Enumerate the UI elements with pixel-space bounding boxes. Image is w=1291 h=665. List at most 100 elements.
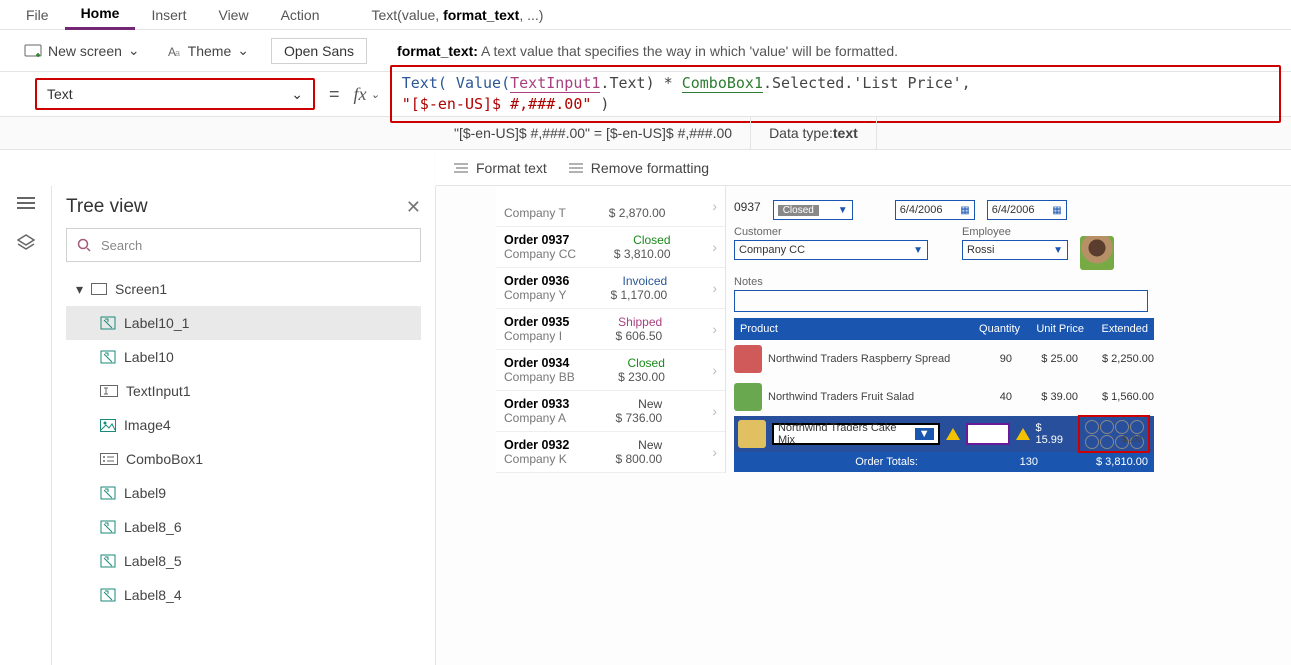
- tree-node[interactable]: Label10_1: [66, 306, 421, 340]
- theme-icon: Aa: [168, 44, 182, 58]
- product-header: ProductQuantityUnit PriceExtended: [734, 318, 1154, 340]
- tree-node-label: Label8_5: [124, 553, 182, 569]
- tree-search-input[interactable]: Search: [66, 228, 421, 262]
- search-icon: [77, 238, 91, 252]
- label-icon: [100, 520, 116, 534]
- order-number: 0937: [734, 200, 761, 214]
- format-icon: [454, 162, 468, 174]
- image-icon: [100, 419, 116, 432]
- employee-avatar: [1080, 236, 1114, 270]
- line-item: Northwind Traders Raspberry Spread 90$ 2…: [734, 340, 1154, 378]
- remove-formatting-button[interactable]: Remove formatting: [569, 160, 709, 176]
- chevron-down-icon: ⌄: [128, 42, 140, 59]
- formula-editor[interactable]: Text( Value(TextInput1.Text) * ComboBox1…: [390, 65, 1281, 123]
- chevron-right-icon: ›: [712, 321, 717, 337]
- screen-icon: [91, 283, 107, 295]
- tree-node[interactable]: TextInput1: [66, 374, 421, 408]
- label-icon: [100, 350, 116, 364]
- line-item: Northwind Traders Fruit Salad 40$ 39.00$…: [734, 378, 1154, 416]
- employee-label: Employee: [962, 226, 1068, 238]
- order-row[interactable]: Order 0932Company K New$ 800.00 ›: [496, 432, 725, 473]
- order-detail: 0937 Closed▼ 6/4/2006▦ 6/4/2006▦ Custome…: [726, 186, 1156, 472]
- tree-node[interactable]: Label9: [66, 476, 421, 510]
- format-text-button[interactable]: Format text: [454, 160, 547, 176]
- tree-node-label: TextInput1: [126, 383, 191, 399]
- menu-home[interactable]: Home: [65, 0, 136, 30]
- new-line-row: Northwind Traders Cake Mix▼ $ 15.99 $ .0…: [734, 416, 1154, 452]
- menu-view[interactable]: View: [202, 0, 264, 30]
- font-picker[interactable]: Open Sans: [271, 38, 367, 64]
- order-list: Company T $ 2,870.00 › Order 0937Company…: [496, 186, 726, 473]
- theme-button[interactable]: Aa Theme ⌄: [154, 30, 263, 72]
- label-icon: [100, 554, 116, 568]
- order-row[interactable]: Company T $ 2,870.00 ›: [496, 186, 725, 227]
- product-image: [738, 420, 766, 448]
- quantity-input[interactable]: [966, 423, 1010, 445]
- textinput-icon: [100, 385, 118, 397]
- calendar-icon: ▦: [1052, 205, 1061, 216]
- tree-node[interactable]: Label10: [66, 340, 421, 374]
- order-row[interactable]: Order 0935Company I Shipped$ 606.50 ›: [496, 309, 725, 350]
- property-selector[interactable]: Text ⌄: [35, 78, 315, 110]
- new-screen-button[interactable]: New screen ⌄: [10, 30, 154, 72]
- chevron-right-icon: ›: [712, 362, 717, 378]
- chevron-right-icon: ›: [712, 403, 717, 419]
- close-panel-button[interactable]: ✕: [406, 197, 421, 218]
- tree-node-label: ComboBox1: [126, 451, 203, 467]
- app-canvas: Company T $ 2,870.00 › Order 0937Company…: [436, 186, 1291, 665]
- paid-date-input[interactable]: 6/4/2006▦: [987, 200, 1067, 220]
- order-totals: Order Totals:130$ 3,810.00: [734, 452, 1154, 472]
- tree-node[interactable]: Image4: [66, 408, 421, 442]
- order-row[interactable]: Order 0937Company CC Closed$ 3,810.00 ›: [496, 227, 725, 268]
- extended-label-selected[interactable]: $ .00: [1078, 415, 1150, 453]
- order-row[interactable]: Order 0936Company Y Invoiced$ 1,170.00 ›: [496, 268, 725, 309]
- fx-button[interactable]: fx⌄: [354, 84, 380, 105]
- tree-node-label: Image4: [124, 417, 171, 433]
- tree-node-label: Label8_4: [124, 587, 182, 603]
- order-row[interactable]: Order 0934Company BB Closed$ 230.00 ›: [496, 350, 725, 391]
- warning-icon: [946, 428, 960, 440]
- chevron-down-icon: ⌄: [237, 42, 249, 59]
- tree-node[interactable]: Label8_5: [66, 544, 421, 578]
- tree-node-label: Label8_6: [124, 519, 182, 535]
- chevron-right-icon: ›: [712, 239, 717, 255]
- tree-node-label: Label10: [124, 349, 174, 365]
- layers-icon[interactable]: [15, 232, 37, 254]
- tree-node[interactable]: ComboBox1: [66, 442, 421, 476]
- screen-icon: [24, 44, 42, 58]
- calendar-icon: ▦: [960, 205, 969, 216]
- customer-dropdown[interactable]: Company CC▼: [734, 240, 928, 260]
- menu-insert[interactable]: Insert: [135, 0, 202, 30]
- function-signature: Text(value, format_text, ...): [336, 7, 1282, 23]
- chevron-right-icon: ›: [712, 280, 717, 296]
- label-icon: [100, 588, 116, 602]
- menu-file[interactable]: File: [10, 0, 65, 30]
- equals-sign: =: [329, 84, 340, 105]
- data-type: Data type: text: [751, 116, 877, 150]
- employee-dropdown[interactable]: Rossi▼: [962, 240, 1068, 260]
- tree-node[interactable]: Label8_4: [66, 578, 421, 612]
- product-image: [734, 345, 762, 373]
- tree-view-title: Tree view: [66, 196, 148, 218]
- tree-view-panel: Tree view ✕ Search ▾ Screen1 Label10_1 La…: [52, 186, 436, 665]
- menu-action[interactable]: Action: [265, 0, 336, 30]
- tree-node-label: Label10_1: [124, 315, 189, 331]
- hamburger-icon[interactable]: [15, 192, 37, 214]
- product-image: [734, 383, 762, 411]
- chevron-down-icon: ⌄: [371, 88, 380, 101]
- customer-label: Customer: [734, 226, 928, 238]
- order-row[interactable]: Order 0933Company A New$ 736.00 ›: [496, 391, 725, 432]
- notes-input[interactable]: [734, 290, 1148, 312]
- notes-label: Notes: [734, 276, 1148, 288]
- product-combobox[interactable]: Northwind Traders Cake Mix▼: [772, 423, 940, 445]
- collapse-icon: ▾: [76, 281, 83, 298]
- chevron-down-icon: ⌄: [291, 86, 303, 103]
- chevron-right-icon: ›: [712, 444, 717, 460]
- tree-node[interactable]: Label8_6: [66, 510, 421, 544]
- unit-price: $ 15.99: [1036, 422, 1073, 446]
- label-icon: [100, 316, 116, 330]
- tree-node-screen[interactable]: ▾ Screen1: [66, 272, 421, 306]
- status-dropdown[interactable]: Closed▼: [773, 200, 853, 220]
- label-icon: [100, 486, 116, 500]
- order-date-input[interactable]: 6/4/2006▦: [895, 200, 975, 220]
